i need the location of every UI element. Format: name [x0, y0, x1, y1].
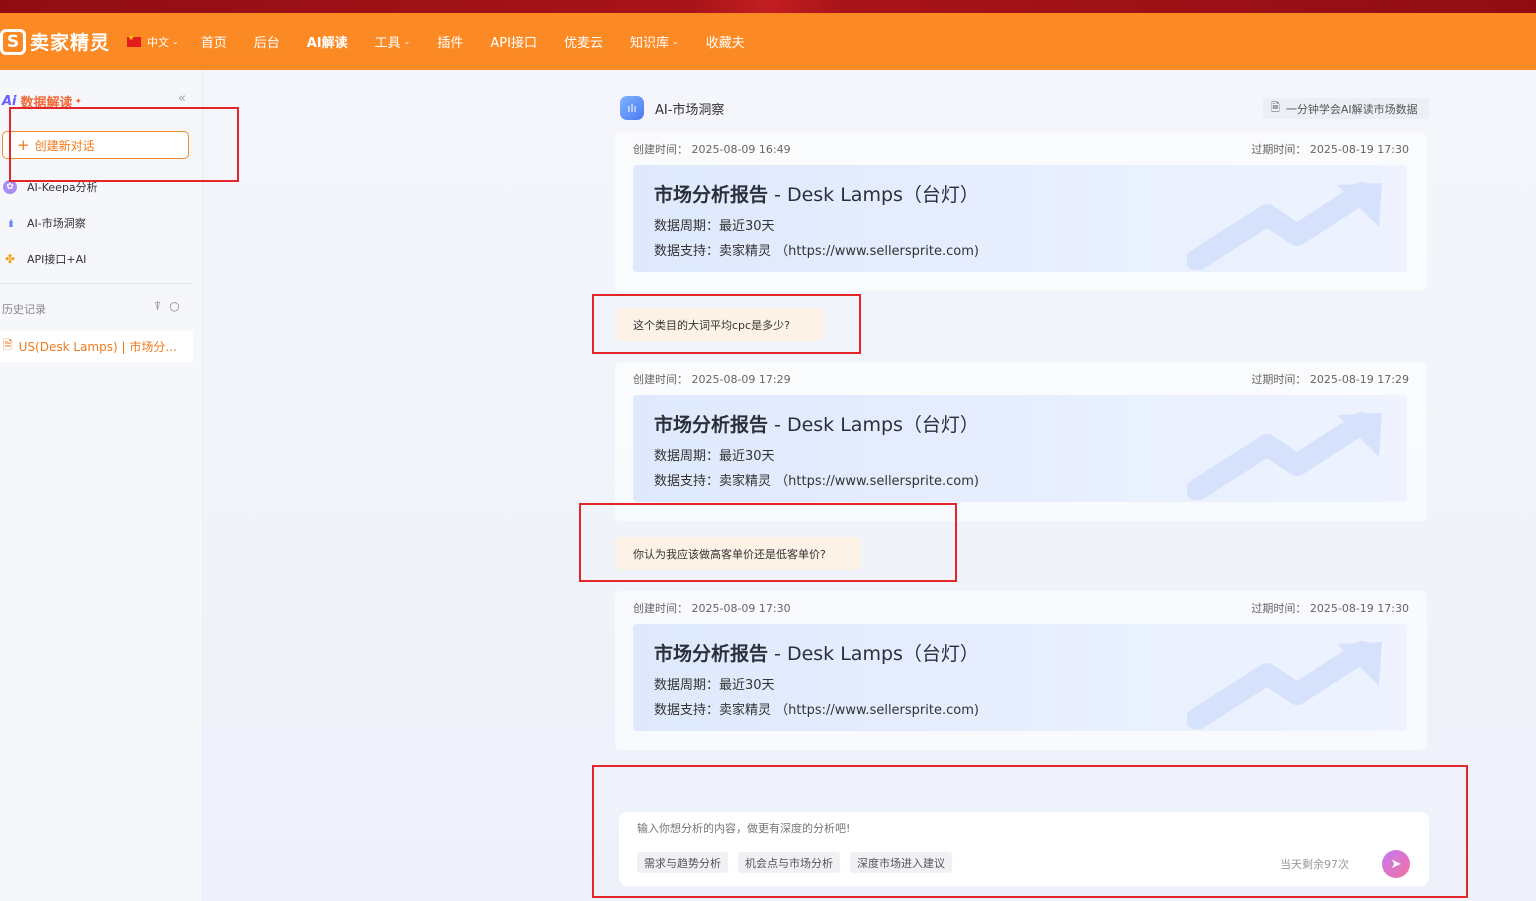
expire-time: 过期时间： 2025-08-19 17:30 — [1251, 602, 1409, 615]
chevron-down-icon: ⌄ — [403, 37, 411, 46]
trend-arrow-icon — [1187, 182, 1382, 270]
china-flag-icon — [127, 34, 141, 47]
filter-clear-icon[interactable]: ⍒ — [154, 299, 161, 314]
report-source: 数据支持：卖家精灵 （https://www.sellersprite.com) — [654, 244, 979, 259]
report-period: 数据周期：最近30天 — [654, 449, 775, 464]
report-title: 市场分析报告 - Desk Lamps（台灯） — [654, 414, 979, 436]
nav-item-label: 首页 — [200, 36, 227, 51]
nav-item-6[interactable]: 优麦云 — [564, 32, 603, 51]
logo-s-icon: S — [0, 28, 26, 55]
nav-item-label: AI解读 — [306, 36, 348, 51]
sidebar-item-api[interactable]: ✤ API接口+AI — [3, 249, 86, 269]
chat-title: AI-市场洞察 — [655, 102, 725, 118]
created-time: 创建时间： 2025-08-09 17:29 — [633, 373, 791, 386]
history-label: 历史记录 — [2, 303, 46, 316]
trend-arrow-icon — [1187, 412, 1382, 500]
report-period: 数据周期：最近30天 — [654, 219, 775, 234]
keepa-icon: ✿ — [3, 180, 17, 194]
report-banner[interactable]: 市场分析报告 - Desk Lamps（台灯） 数据周期：最近30天 数据支持：… — [633, 395, 1407, 502]
nav-item-5[interactable]: API接口 — [490, 32, 537, 51]
document-icon: 🗎 — [1271, 101, 1280, 114]
nav-item-label: 插件 — [437, 36, 464, 51]
logo[interactable]: S 卖家精灵 — [0, 28, 118, 55]
report-banner[interactable]: 市场分析报告 - Desk Lamps（台灯） 数据周期：最近30天 数据支持：… — [633, 165, 1407, 272]
report-card: 创建时间： 2025-08-09 17:29 过期时间： 2025-08-19 … — [615, 362, 1427, 521]
history-item-label: US(Desk Lamps) | 市场分... — [18, 340, 177, 354]
sparkle-icon: ✦ — [74, 96, 83, 107]
expire-time: 过期时间： 2025-08-19 17:30 — [1251, 143, 1409, 156]
sidebar: Ai 数据解读 ✦ « + 创建新对话 ✿ AI-Keepa分析 ılı AI-… — [0, 70, 203, 901]
created-time: 创建时间： 2025-08-09 17:30 — [633, 602, 791, 615]
history-tools: ⍒ ○ — [154, 299, 180, 314]
annotation-box — [579, 503, 957, 582]
sidebar-item-label: API接口+AI — [27, 253, 87, 266]
bar-chart-icon: ılı — [8, 216, 13, 230]
nav-item-7[interactable]: 知识库 ⌄ — [630, 32, 679, 51]
language-selector[interactable]: 中文 ⌄ — [127, 34, 179, 50]
report-title: 市场分析报告 - Desk Lamps（台灯） — [654, 184, 979, 206]
expire-time: 过期时间： 2025-08-19 17:29 — [1251, 373, 1409, 386]
sidebar-item-label: AI-市场洞察 — [27, 217, 86, 230]
trend-arrow-icon — [1187, 641, 1382, 729]
api-icon: ✤ — [4, 252, 16, 266]
report-source: 数据支持：卖家精灵 （https://www.sellersprite.com) — [654, 474, 979, 489]
report-source: 数据支持：卖家精灵 （https://www.sellersprite.com) — [654, 703, 979, 718]
report-title: 市场分析报告 - Desk Lamps（台灯） — [654, 643, 979, 665]
sidebar-divider — [0, 283, 193, 284]
annotation-box — [592, 765, 1468, 898]
chat-header: ılı AI-市场洞察 — [620, 96, 724, 120]
nav-item-0[interactable]: 首页 — [201, 32, 227, 51]
browser-top-strip — [0, 0, 1536, 13]
report-card: 创建时间： 2025-08-09 17:30 过期时间： 2025-08-19 … — [615, 591, 1427, 750]
chevron-down-icon: ⌄ — [172, 37, 179, 46]
guide-button[interactable]: 🗎 一分钟学会AI解读市场数据 — [1263, 98, 1429, 119]
nav-menu: 首页 后台 AI解读 工具 ⌄ 插件 API接口 优麦云 知识库 ⌄ 收藏夫 — [201, 32, 772, 51]
market-insight-icon: ılı — [620, 96, 644, 120]
nav-item-label: 知识库 — [629, 36, 669, 51]
annotation-box — [9, 107, 239, 182]
nav-item-2[interactable]: AI解读 — [307, 32, 348, 51]
report-banner[interactable]: 市场分析报告 - Desk Lamps（台灯） 数据周期：最近30天 数据支持：… — [633, 624, 1407, 731]
nav-item-1[interactable]: 后台 — [254, 32, 280, 51]
nav-item-label: 优麦云 — [563, 36, 603, 51]
report-card: 创建时间： 2025-08-09 16:49 过期时间： 2025-08-19 … — [615, 132, 1427, 291]
nav-item-label: API接口 — [490, 36, 537, 51]
nav-item-label: 后台 — [253, 36, 280, 51]
sidebar-item-market-insight[interactable]: ılı AI-市场洞察 — [3, 213, 86, 233]
nav-item-label: 工具 — [374, 36, 401, 51]
document-icon: 🗎 — [3, 338, 13, 352]
annotation-box — [592, 294, 861, 354]
nav-item-3[interactable]: 工具 ⌄ — [375, 32, 411, 51]
report-period: 数据周期：最近30天 — [654, 678, 775, 693]
logo-text: 卖家精灵 — [30, 32, 111, 54]
collapse-sidebar-icon[interactable]: « — [178, 91, 186, 106]
created-time: 创建时间： 2025-08-09 16:49 — [633, 143, 791, 156]
nav-item-4[interactable]: 插件 — [437, 32, 463, 51]
nav-item-8[interactable]: 收藏夫 — [706, 32, 745, 51]
nav-item-label: 收藏夫 — [705, 36, 745, 51]
chevron-down-icon: ⌄ — [671, 37, 679, 46]
top-navbar: S 卖家精灵 中文 ⌄ 首页后台AI解读工具⌄插件API接口优麦云知识库⌄收藏夫 — [0, 13, 1536, 70]
language-label: 中文 — [147, 35, 169, 49]
search-icon[interactable]: ○ — [169, 299, 179, 314]
guide-label: 一分钟学会AI解读市场数据 — [1285, 102, 1418, 116]
history-item[interactable]: 🗎 US(Desk Lamps) | 市场分... — [0, 331, 193, 362]
